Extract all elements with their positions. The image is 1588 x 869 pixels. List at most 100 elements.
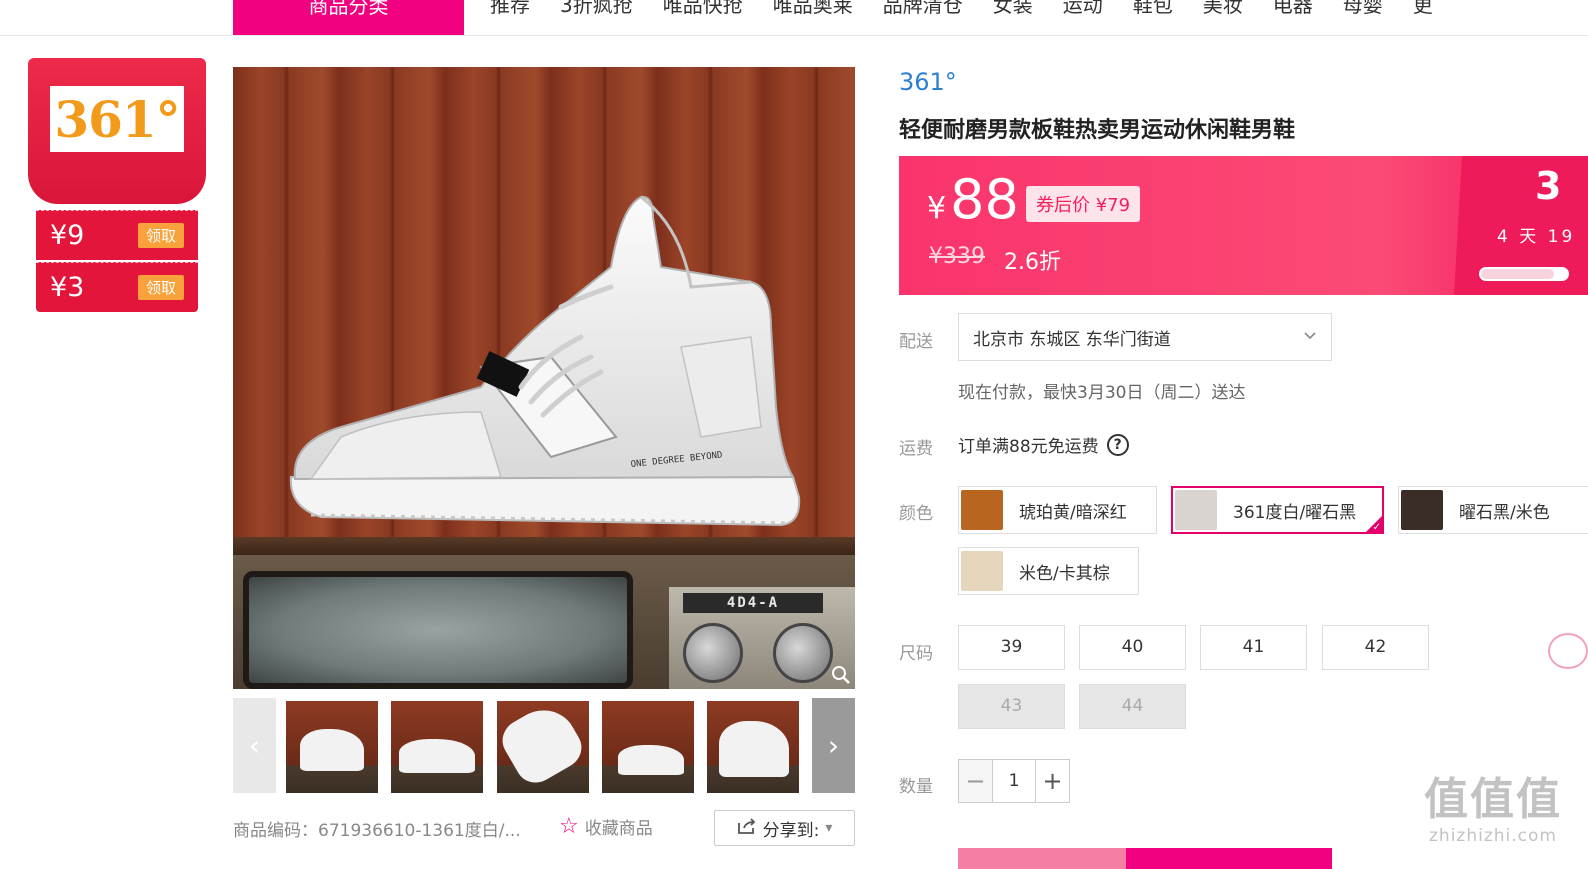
claim-coupon-button[interactable]: 领取 [137, 223, 184, 248]
color-swatch [961, 551, 1003, 591]
watermark: 值值值 zhizhizhi.com [1418, 774, 1568, 854]
color-option-selected[interactable]: 361度白/曜石黑 ✓ [1171, 486, 1384, 534]
coupon-amount: ¥9 [50, 220, 85, 251]
sku-text: 商品编码：671936610-1361度白/... [233, 821, 521, 841]
favorite-button[interactable]: ☆ 收藏商品 [559, 814, 653, 839]
favorite-label: 收藏商品 [584, 819, 653, 839]
nav-item-flash[interactable]: 唯品快抢 [663, 0, 743, 20]
main-product-image[interactable]: 4D4-A ONE DEGREE BEYOND [233, 67, 855, 689]
color-label: 颜色 [899, 504, 933, 524]
size-guide-circle[interactable] [1548, 633, 1588, 669]
tv-label: 4D4-A [683, 593, 823, 613]
coupon-9: ¥9 领取 [36, 210, 198, 260]
quantity-stepper: − 1 + [958, 759, 1070, 803]
claim-coupon-button[interactable]: 领取 [137, 275, 184, 300]
original-price: ¥339 [929, 244, 985, 269]
nav-item-30-off[interactable]: 3折疯抢 [560, 0, 633, 20]
decrement-button[interactable]: − [959, 760, 992, 802]
thumbnail[interactable] [286, 701, 378, 793]
brand-badge[interactable]: 361° [28, 58, 206, 204]
nav-item-shoes-bags[interactable]: 鞋包 [1133, 0, 1173, 20]
color-option[interactable]: 米色/卡其棕 [958, 547, 1139, 595]
color-option-label: 米色/卡其棕 [1019, 563, 1110, 584]
size-option-44: 44 [1079, 684, 1186, 729]
after-coupon-price: 券后价 ¥79 [1026, 186, 1141, 222]
tv-panel: 4D4-A [669, 587, 855, 689]
top-nav: 商品分类 推荐 3折疯抢 唯品快抢 唯品奥莱 品牌清仓 女装 运动 鞋包 美妆 … [0, 0, 1588, 36]
delivery-label: 配送 [899, 332, 933, 352]
star-icon: ☆ [559, 813, 579, 839]
size-option-43: 43 [958, 684, 1065, 729]
nav-item-women[interactable]: 女装 [993, 0, 1033, 20]
color-option-label: 曜石黑/米色 [1459, 502, 1550, 523]
current-price: ¥ 88 [927, 168, 1019, 231]
price-value: 88 [950, 168, 1019, 231]
thumbnail[interactable] [391, 701, 483, 793]
watermark-logo: 值值值 [1424, 774, 1562, 825]
nav-item-baby[interactable]: 母婴 [1343, 0, 1383, 20]
quantity-input[interactable]: 1 [992, 760, 1036, 802]
tv-screen [243, 571, 633, 689]
brand-logo: 361° [50, 86, 184, 152]
tv-knob [773, 623, 833, 683]
size-option-40[interactable]: 40 [1079, 625, 1186, 670]
thumb-prev-arrow-icon[interactable]: ‹ [233, 698, 276, 793]
question-icon[interactable]: ? [1106, 433, 1129, 456]
tv-knob [683, 623, 743, 683]
nav-item-recommend[interactable]: 推荐 [490, 0, 530, 20]
discount-rate: 2.6折 [1004, 250, 1061, 275]
size-option-41[interactable]: 41 [1200, 625, 1307, 670]
coupon-3: ¥3 领取 [36, 262, 198, 312]
color-option-label: 361度白/曜石黑 [1233, 502, 1357, 523]
brand-logo-text: 361° [54, 89, 180, 149]
thumbnail[interactable] [602, 701, 694, 793]
increment-button[interactable]: + [1036, 760, 1069, 802]
image-tv: 4D4-A [233, 555, 855, 689]
price-panel: ¥ 88 券后价 ¥79 ¥339 2.6折 3 4 天 19 [899, 156, 1588, 295]
color-swatch [1401, 490, 1443, 530]
color-option[interactable]: 曜石黑/米色 [1398, 486, 1588, 534]
checkmark-icon: ✓ [1372, 522, 1381, 533]
size-option-42[interactable]: 42 [1322, 625, 1429, 670]
share-button[interactable]: 分享到: ▾ [714, 810, 855, 846]
buy-now-button[interactable] [1126, 848, 1332, 869]
nav-item-clearance[interactable]: 品牌清仓 [883, 0, 963, 20]
color-option[interactable]: 琥珀黄/暗深红 [958, 486, 1157, 534]
shipping-text: 订单满88元免运费 [958, 437, 1099, 457]
add-to-cart-button[interactable] [958, 848, 1126, 869]
buy-buttons [958, 848, 1332, 869]
color-option-label: 琥珀黄/暗深红 [1019, 502, 1127, 523]
size-label: 尺码 [899, 644, 933, 664]
chevron-down-icon [1303, 329, 1317, 345]
address-value: 北京市 东城区 东华门街道 [973, 329, 1171, 350]
shipping-label: 运费 [899, 439, 933, 459]
thumb-next-arrow-icon[interactable]: › [812, 698, 855, 793]
color-swatch [1175, 490, 1217, 530]
countdown-timer: 4 天 19 [1497, 227, 1576, 247]
size-option-39[interactable]: 39 [958, 625, 1065, 670]
thumbnail[interactable] [707, 701, 799, 793]
stock-progress-bar [1479, 267, 1569, 281]
thumbnail-strip: ‹ › [233, 698, 855, 793]
currency-symbol: ¥ [927, 191, 947, 226]
magnifier-icon[interactable] [831, 665, 851, 685]
nav-item-sports[interactable]: 运动 [1063, 0, 1103, 20]
caret-down-icon: ▾ [825, 820, 833, 836]
countdown-headline: 3 [1535, 164, 1562, 208]
sneaker-image: ONE DEGREE BEYOND [289, 195, 801, 527]
watermark-url: zhizhizhi.com [1429, 826, 1557, 846]
product-title: 轻便耐磨男款板鞋热卖男运动休闲鞋男鞋 [899, 118, 1296, 143]
address-select[interactable]: 北京市 东城区 东华门街道 [958, 313, 1332, 361]
nav-item-beauty[interactable]: 美妆 [1203, 0, 1243, 20]
quantity-label: 数量 [899, 777, 933, 797]
nav-item-more[interactable]: 更 [1413, 0, 1433, 20]
category-menu-button[interactable]: 商品分类 [233, 0, 464, 35]
share-label: 分享到: [762, 820, 820, 841]
thumbnail[interactable] [497, 701, 589, 793]
brand-link[interactable]: 361° [899, 68, 957, 96]
stock-progress-fill [1481, 269, 1554, 279]
nav-item-outlet[interactable]: 唯品奥莱 [773, 0, 853, 20]
nav-item-appliances[interactable]: 电器 [1273, 0, 1313, 20]
coupon-amount: ¥3 [50, 272, 85, 303]
delivery-estimate: 现在付款，最快3月30日（周二）送达 [958, 383, 1246, 403]
